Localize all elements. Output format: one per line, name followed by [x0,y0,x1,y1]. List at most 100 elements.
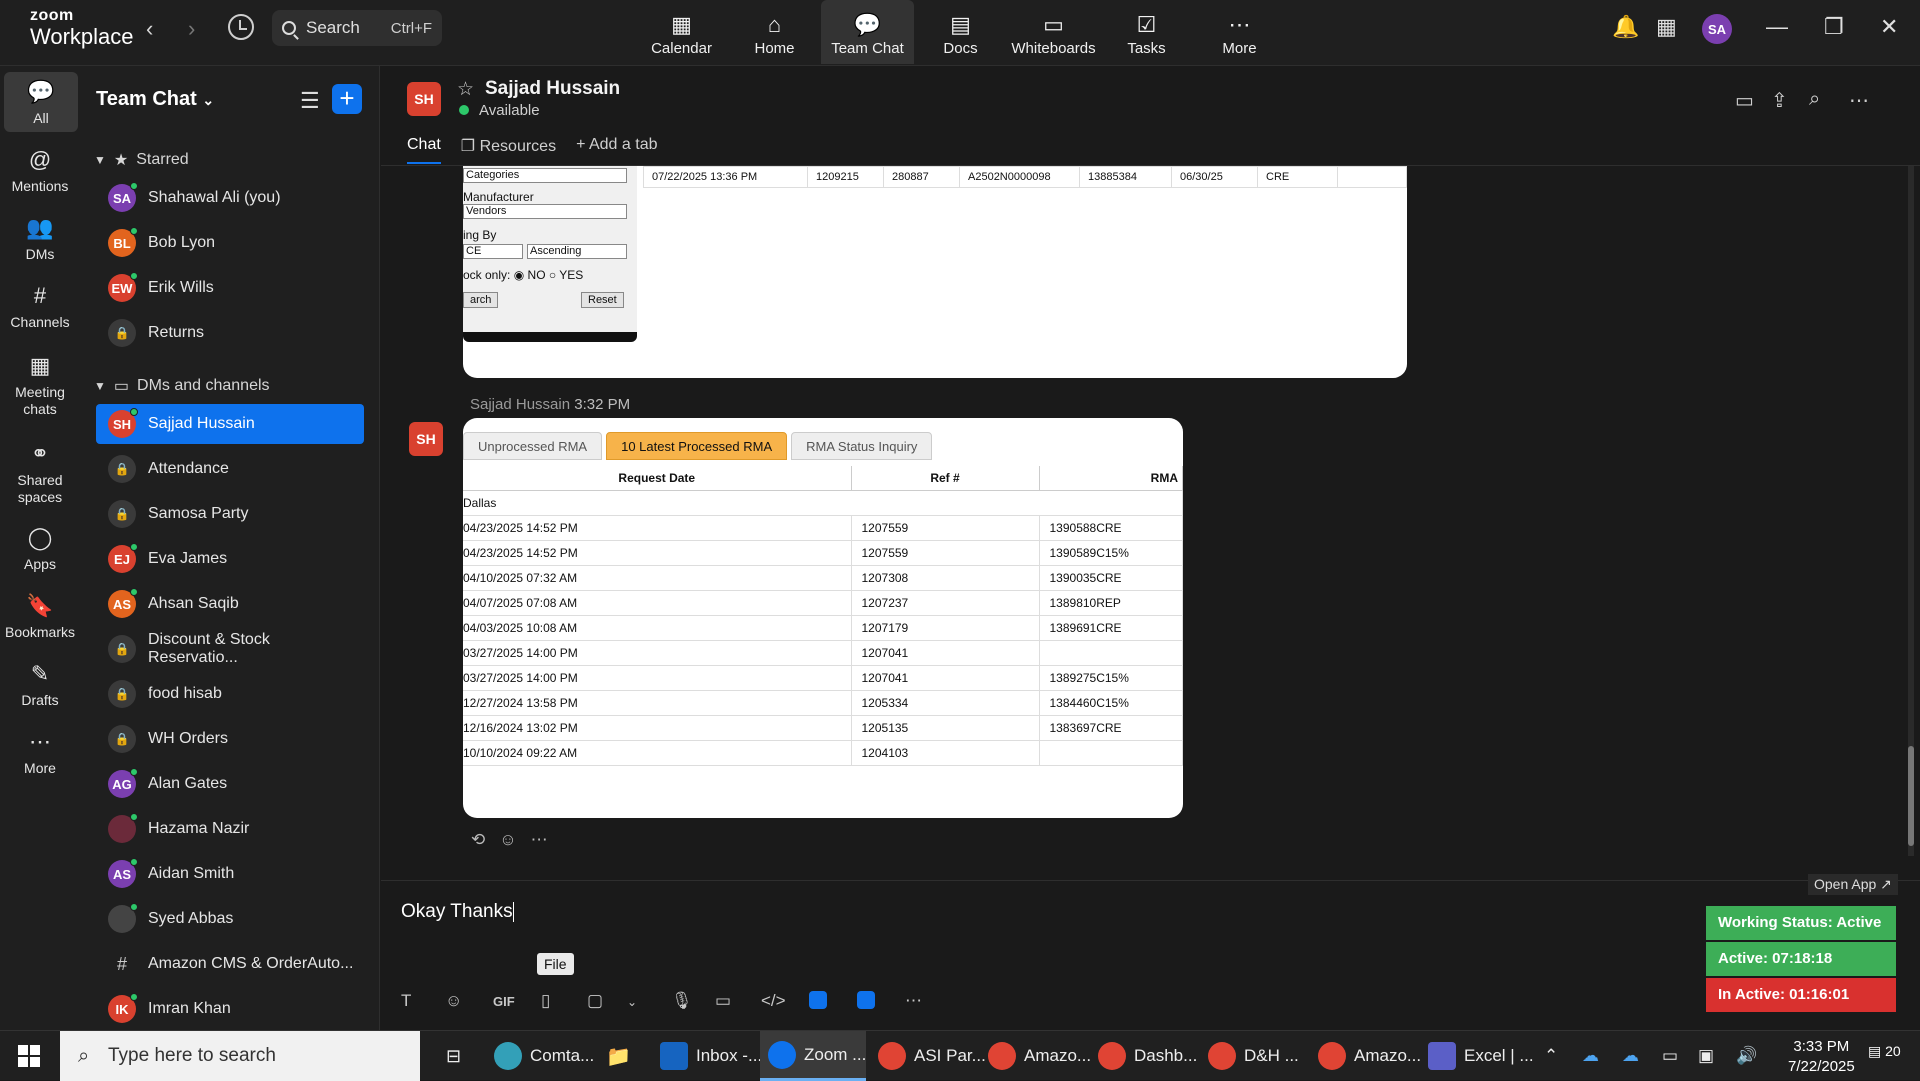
sidebar-item[interactable]: EW Erik Wills [96,268,364,308]
screenshot-icon[interactable]: ▢ [587,991,603,1011]
nav-more[interactable]: ⋯ More [0,728,80,776]
tab-home[interactable]: ⌂ Home [728,0,821,64]
sidebar-item[interactable]: AG Alan Gates [96,764,364,804]
taskbar-app[interactable]: Comta... [486,1031,594,1081]
add-tab-button[interactable]: + Add a tab [576,136,657,164]
taskbar-app[interactable]: Excel | ... [1420,1031,1534,1081]
sidebar-item[interactable]: Syed Abbas [96,899,364,939]
star-icon[interactable]: ☆ [457,78,474,101]
scroll-thumb[interactable] [1908,746,1914,846]
minimize-icon[interactable]: — [1766,14,1788,40]
video-message-icon[interactable]: ▭ [715,991,731,1011]
tab-resources[interactable]: ❐ Resources [461,136,556,164]
code-icon[interactable]: </> [761,991,786,1011]
add-reaction-icon[interactable]: ☺ [499,830,516,850]
nav-shared-spaces[interactable]: ⚭ Shared spaces [0,440,80,506]
app-icon[interactable] [809,991,827,1014]
network-icon[interactable]: ▣ [1690,1031,1714,1081]
taskbar-app[interactable]: Inbox -... [652,1031,762,1081]
sidebar-item[interactable]: AS Aidan Smith [96,854,364,894]
more-icon[interactable]: ⋯ [531,830,548,850]
taskbar-app[interactable]: Amazo... [980,1031,1091,1081]
app-icon[interactable] [857,991,875,1014]
calendar-small-icon[interactable]: ▦ [1656,14,1677,40]
sidebar-item[interactable]: AS Ahsan Saqib [96,584,364,624]
sidebar-item[interactable]: 🔒 Discount & Stock Reservatio... [96,629,364,669]
nav-drafts[interactable]: ✎ Drafts [0,660,80,708]
sidebar-item[interactable]: IK Imran Khan [96,989,364,1029]
nav-apps[interactable]: ◯ Apps [0,524,80,572]
back-arrow-icon[interactable]: ‹ [146,16,153,42]
sender-avatar[interactable]: SH [409,422,443,456]
more-options-icon[interactable]: ⋯ [1849,88,1869,113]
reply-icon[interactable]: ⟲ [471,830,485,850]
message-input[interactable]: Okay Thanks [401,901,514,923]
format-icon[interactable]: T [401,991,411,1011]
nav-all[interactable]: 💬 All [4,72,78,132]
sidebar-item[interactable]: 🔒 Returns [96,313,364,353]
search-icon[interactable]: ⌕ [1809,88,1820,111]
tab-calendar[interactable]: ▦ Calendar [635,0,728,64]
taskbar-search[interactable]: ⌕ Type here to search [60,1031,420,1081]
system-clock[interactable]: 3:33 PM 7/22/2025 [1788,1037,1855,1077]
nav-dms[interactable]: 👥 DMs [0,214,80,262]
contact-name[interactable]: Sajjad Hussain [485,78,620,100]
open-app-button[interactable]: Open App ↗ [1808,874,1898,895]
image-attachment-2[interactable]: Unprocessed RMA 10 Latest Processed RMA … [463,418,1183,818]
tab-tasks[interactable]: ☑ Tasks [1100,0,1193,64]
emoji-icon[interactable]: ☺ [445,991,462,1011]
sidebar-item[interactable]: SA Shahawal Ali (you) [96,178,364,218]
new-chat-button[interactable]: + [332,84,362,114]
starred-section[interactable]: ▼ ★ Starred [94,150,189,170]
history-icon[interactable] [228,14,254,40]
taskbar-app[interactable]: D&H ... [1200,1031,1299,1081]
sidebar-item[interactable]: SH Sajjad Hussain [96,404,364,444]
contact-avatar[interactable]: SH [407,82,441,116]
file-icon[interactable]: ▯ [541,991,550,1011]
nav-mentions[interactable]: @ Mentions [0,146,80,194]
forward-arrow-icon[interactable]: › [188,16,195,42]
more-icon[interactable]: ⋯ [905,991,922,1011]
sidebar-item[interactable]: 🔒 food hisab [96,674,364,714]
taskbar-app-active[interactable]: Zoom ... [760,1031,867,1081]
tray-chevron-icon[interactable]: ⌃ [1536,1031,1558,1081]
task-view-icon[interactable]: ⊟ [438,1031,461,1081]
windows-start-icon[interactable] [18,1045,40,1067]
video-icon[interactable]: ▭ [1735,88,1754,113]
notification-center-icon[interactable]: ▤ 20 [1868,1043,1901,1060]
tab-chat[interactable]: Chat [407,136,441,164]
tab-docs[interactable]: ▤ Docs [914,0,1007,64]
sidebar-item[interactable]: # Amazon CMS & OrderAuto... [96,944,364,984]
restore-icon[interactable]: ❐ [1824,14,1844,40]
nav-bookmarks[interactable]: 🔖 Bookmarks [0,592,80,640]
nav-channels[interactable]: # Channels [0,282,80,330]
sidebar-item[interactable]: Hazama Nazir [96,809,364,849]
taskbar-app[interactable]: ASI Par... [870,1031,986,1081]
sidebar-item[interactable]: EJ Eva James [96,539,364,579]
tab-more[interactable]: ⋯ More [1193,0,1286,64]
share-screen-icon[interactable]: ⇪ [1771,88,1788,113]
tab-team-chat[interactable]: 💬 Team Chat [821,0,914,64]
sidebar-item[interactable]: 🔒 Attendance [96,449,364,489]
sender-name[interactable]: Sajjad Hussain [470,396,570,413]
sidebar-item[interactable]: BL Bob Lyon [96,223,364,263]
battery-icon[interactable]: ▭ [1654,1031,1678,1081]
global-search[interactable]: Search Ctrl+F [272,10,442,46]
message-composer[interactable]: Okay Thanks File T ☺ GIF ▯ ▢ ⌄ 🎙 ▭ </> ⋯ [381,880,1920,1030]
volume-icon[interactable]: 🔊 [1728,1031,1757,1081]
file-explorer-icon[interactable]: 📁 [598,1031,631,1081]
scrollbar[interactable] [1908,166,1914,856]
dms-section[interactable]: ▼ ▭ DMs and channels [94,376,270,396]
sidebar-title[interactable]: Team Chat ⌄ [96,88,214,111]
onedrive-icon[interactable]: ☁ [1574,1031,1599,1081]
taskbar-app[interactable]: Amazo... [1310,1031,1421,1081]
bell-icon[interactable]: 🔔 [1612,14,1639,40]
filter-icon[interactable]: ☰ [300,88,320,114]
chevron-down-icon[interactable]: ⌄ [627,995,637,1009]
image-attachment-1[interactable]: Categories Manufacturer Vendors ing By C… [463,166,1407,378]
taskbar-app[interactable]: Dashb... [1090,1031,1197,1081]
onedrive-icon[interactable]: ☁ [1614,1031,1639,1081]
close-icon[interactable]: ✕ [1880,14,1898,40]
user-avatar[interactable]: SA [1702,14,1732,44]
microphone-icon[interactable]: 🎙 [671,991,693,1011]
